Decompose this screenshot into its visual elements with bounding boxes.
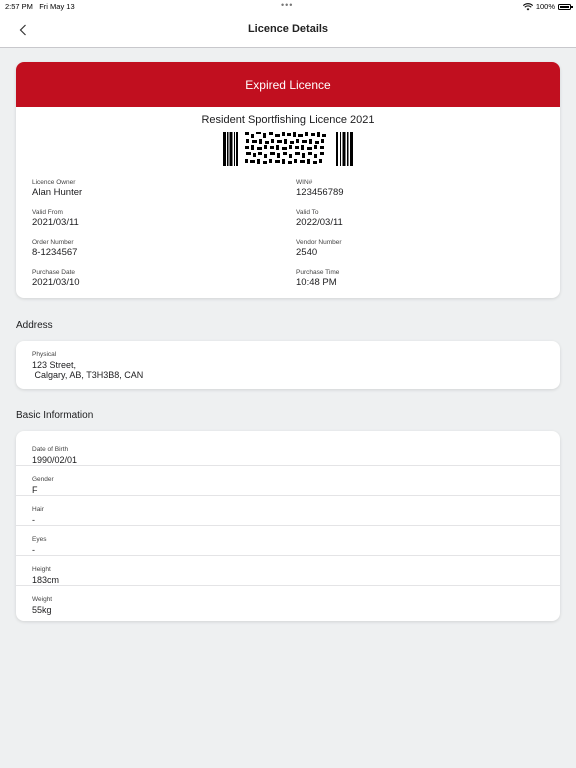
order-number-field: Order Number 8-1234567 <box>32 239 77 258</box>
wifi-icon <box>522 2 533 10</box>
nav-bar: Licence Details <box>0 14 576 48</box>
status-right: 100% <box>522 2 573 11</box>
field-label: Hair <box>32 506 44 513</box>
address-line-2: Calgary, AB, T3H3B8, CAN <box>32 370 144 380</box>
licence-name: Resident Sportfishing Licence 2021 <box>201 114 375 126</box>
purchase-time-field: Purchase Time 10:48 PM <box>296 269 339 288</box>
field-label: Height <box>32 566 51 573</box>
field-label: Valid From <box>32 209 63 216</box>
address-card: Physical 123 Street, Calgary, AB, T3H3B8… <box>16 341 560 389</box>
address-line-1: 123 Street, <box>32 360 77 370</box>
field-label: Eyes <box>32 536 47 543</box>
field-value: 183cm <box>32 575 60 585</box>
field-value: 10:48 PM <box>296 277 337 288</box>
licence-owner-field: Licence Owner Alan Hunter <box>32 179 82 198</box>
field-value: 2021/03/11 <box>32 217 79 228</box>
field-value: 8-1234567 <box>32 247 78 258</box>
purchase-date-field: Purchase Date 2021/03/10 <box>32 269 80 288</box>
list-item: Weight 55kg <box>16 586 560 616</box>
list-item: Height 183cm <box>16 556 560 586</box>
field-value: 2022/03/11 <box>296 217 343 228</box>
list-item: Hair - <box>16 496 560 526</box>
battery-icon <box>558 3 573 10</box>
valid-from-field: Valid From 2021/03/11 <box>32 209 79 228</box>
field-value: - <box>32 545 35 555</box>
field-label: Gender <box>32 476 54 483</box>
field-label: Purchase Time <box>296 269 340 276</box>
field-label: Weight <box>32 596 53 603</box>
address-section-title: Address <box>16 320 53 331</box>
field-value: 1990/02/01 <box>32 455 78 465</box>
list-item: Date of Birth 1990/02/01 <box>16 436 560 466</box>
field-label: Valid To <box>296 209 319 216</box>
list-item: Eyes - <box>16 526 560 556</box>
field-label: Purchase Date <box>32 269 75 276</box>
field-value: 2021/03/10 <box>32 277 80 288</box>
valid-to-field: Valid To 2022/03/11 <box>296 209 343 228</box>
field-value: - <box>32 515 35 525</box>
field-value: 55kg <box>32 605 52 615</box>
field-label: Date of Birth <box>32 446 69 453</box>
field-value: Alan Hunter <box>32 187 83 198</box>
field-label: Licence Owner <box>32 179 76 186</box>
licence-status-banner: Expired Licence <box>16 62 560 107</box>
field-label: Order Number <box>32 239 74 246</box>
address-label: Physical <box>32 351 57 358</box>
list-item: Gender F <box>16 466 560 496</box>
multitasking-dots-icon[interactable]: ••• <box>281 0 293 10</box>
field-value: F <box>32 485 38 495</box>
page-title: Licence Details <box>247 23 329 35</box>
barcode-image <box>223 132 353 166</box>
win-field: WIN# 123456789 <box>296 179 344 198</box>
basic-info-section-title: Basic Information <box>16 410 94 421</box>
vendor-number-field: Vendor Number 2540 <box>296 239 342 258</box>
licence-card: Expired Licence Resident Sportfishing Li… <box>16 62 560 298</box>
field-value: 123456789 <box>296 187 344 198</box>
field-label: WIN# <box>296 179 313 186</box>
status-bar: 2:57 PM Fri May 13 ••• 100% <box>0 0 576 14</box>
field-label: Vendor Number <box>296 239 342 246</box>
status-time: 2:57 PM Fri May 13 <box>5 2 75 11</box>
battery-percent: 100% <box>535 2 555 11</box>
field-value: 2540 <box>296 247 318 258</box>
basic-info-card: Date of Birth 1990/02/01 Gender F Hair -… <box>16 431 560 621</box>
